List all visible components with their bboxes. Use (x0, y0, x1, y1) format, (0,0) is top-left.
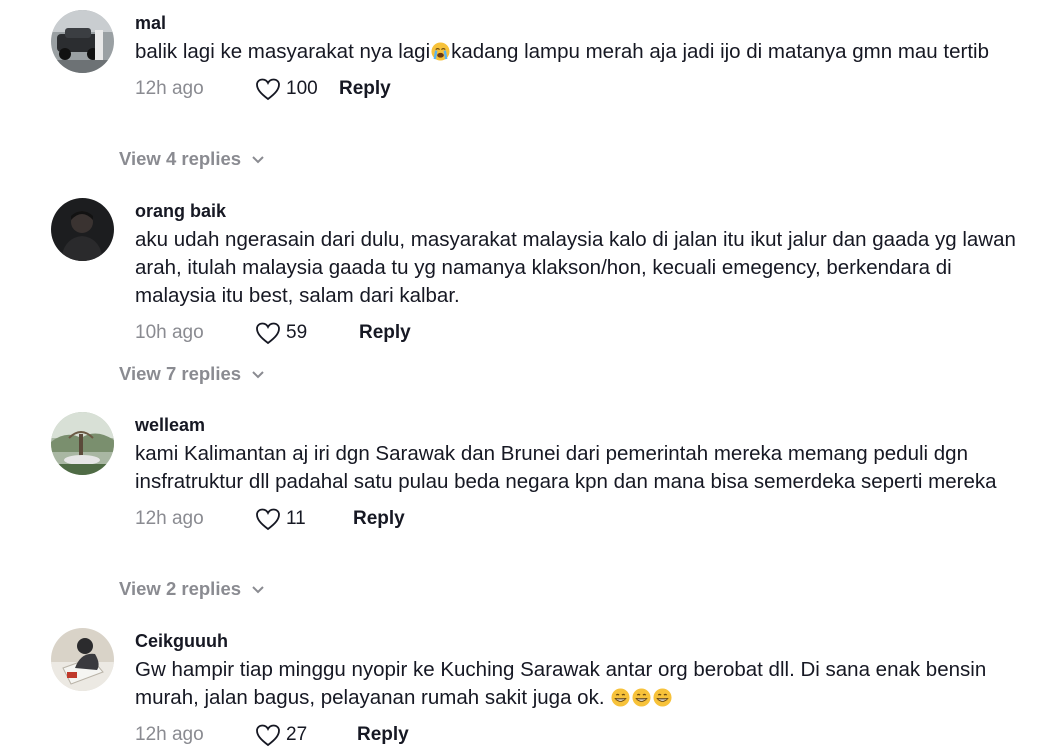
like-button[interactable]: 11 (255, 507, 353, 531)
like-count: 27 (286, 724, 308, 745)
timestamp: 12h ago (135, 78, 204, 99)
heart-icon[interactable] (255, 77, 281, 101)
comment-text: Gw hampir tiap minggu nyopir ke Kuching … (135, 656, 1025, 712)
timestamp: 12h ago (135, 724, 204, 745)
like-count: 11 (286, 508, 306, 529)
grinning-face-icon (632, 688, 651, 707)
grinning-face-icon (611, 688, 630, 707)
like-button[interactable]: 27 (255, 723, 357, 747)
reply-button[interactable]: Reply (353, 508, 405, 530)
timestamp: 12h ago (135, 508, 204, 529)
avatar[interactable] (51, 198, 114, 261)
like-button[interactable]: 100 (255, 77, 339, 101)
username[interactable]: welleam (135, 414, 1025, 436)
avatar[interactable] (51, 10, 114, 73)
grinning-face-icon (653, 688, 672, 707)
heart-icon[interactable] (255, 507, 281, 531)
comment-text: aku udah ngerasain dari dulu, masyarakat… (135, 228, 1016, 307)
like-count: 59 (286, 322, 308, 343)
view-replies-label: View 7 replies (119, 363, 242, 384)
view-replies-button[interactable]: View 7 replies (119, 363, 266, 385)
heart-icon[interactable] (255, 723, 281, 747)
view-replies-button[interactable]: View 4 replies (119, 148, 266, 170)
comment-text: kami Kalimantan aj iri dgn Sarawak dan B… (135, 442, 997, 493)
comment-text-part: kadang lampu merah aja jadi ijo di matan… (451, 40, 989, 63)
view-replies-label: View 2 replies (119, 578, 242, 599)
username[interactable]: mal (135, 12, 1025, 34)
chevron-down-icon (252, 586, 264, 594)
chevron-down-icon (252, 371, 264, 379)
view-replies-label: View 4 replies (119, 148, 242, 169)
comment-meta: 12h ago 100 Reply (135, 76, 1025, 102)
username[interactable]: Ceikguuuh (135, 630, 1025, 652)
chevron-down-icon (252, 156, 264, 164)
reply-button[interactable]: Reply (357, 724, 409, 746)
comment-text: balik lagi ke masyarakat nya lagi kadang … (135, 38, 1025, 66)
comment-meta: 10h ago 59 Reply (135, 320, 1025, 346)
username[interactable]: orang baik (135, 200, 1025, 222)
avatar[interactable] (51, 628, 114, 691)
like-count: 100 (286, 78, 318, 99)
loudly-crying-face-icon (431, 42, 450, 61)
comment-text-part: Gw hampir tiap minggu nyopir ke Kuching … (135, 658, 987, 709)
avatar[interactable] (51, 412, 114, 475)
view-replies-button[interactable]: View 2 replies (119, 578, 266, 600)
comment-meta: 12h ago 27 Reply (135, 722, 1025, 748)
comment-meta: 12h ago 11 Reply (135, 506, 1025, 532)
comment-text-part: balik lagi ke masyarakat nya lagi (135, 40, 431, 63)
like-button[interactable]: 59 (255, 321, 359, 345)
heart-icon[interactable] (255, 321, 281, 345)
reply-button[interactable]: Reply (359, 322, 411, 344)
grinning-face-emojis (610, 686, 673, 709)
timestamp: 10h ago (135, 322, 204, 343)
reply-button[interactable]: Reply (339, 78, 391, 100)
